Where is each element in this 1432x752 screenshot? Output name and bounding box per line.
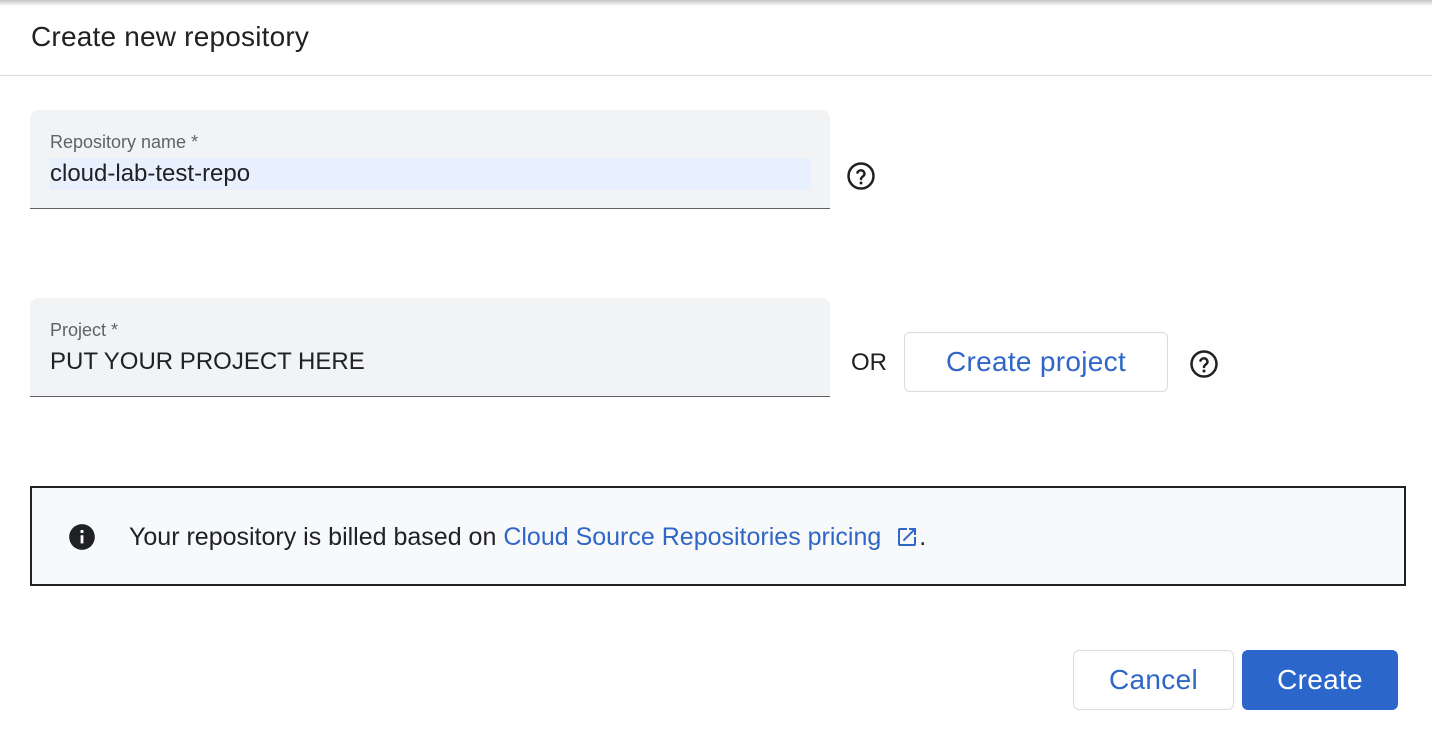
billing-info-banner: Your repository is billed based on Cloud…: [30, 486, 1406, 586]
repository-name-label: Repository name *: [50, 132, 199, 152]
open-in-new-icon[interactable]: [895, 525, 919, 549]
or-separator: OR: [851, 349, 887, 376]
project-field[interactable]: Project * PUT YOUR PROJECT HERE: [30, 298, 830, 397]
billing-info-suffix: .: [919, 523, 927, 551]
create-button[interactable]: Create: [1242, 650, 1398, 710]
dialog-header: Create new repository: [0, 0, 1432, 76]
help-icon[interactable]: [1189, 349, 1219, 379]
help-icon[interactable]: [846, 161, 876, 191]
project-input[interactable]: PUT YOUR PROJECT HERE: [50, 346, 365, 378]
pricing-link-label[interactable]: Cloud Source Repositories pricing: [503, 523, 881, 551]
dialog-title: Create new repository: [31, 21, 310, 52]
cancel-button[interactable]: Cancel: [1073, 650, 1234, 710]
repository-name-field[interactable]: Repository name * cloud-lab-test-repo: [30, 110, 830, 209]
billing-info-text: Your repository is billed based on Cloud…: [129, 521, 926, 553]
repository-name-input[interactable]: cloud-lab-test-repo: [50, 158, 811, 190]
info-icon: [69, 524, 95, 550]
billing-info-prefix: Your repository is billed based on: [129, 523, 504, 551]
create-project-button[interactable]: Create project: [904, 332, 1168, 392]
project-label: Project *: [50, 320, 119, 340]
pricing-link[interactable]: Cloud Source Repositories pricing: [503, 523, 919, 551]
